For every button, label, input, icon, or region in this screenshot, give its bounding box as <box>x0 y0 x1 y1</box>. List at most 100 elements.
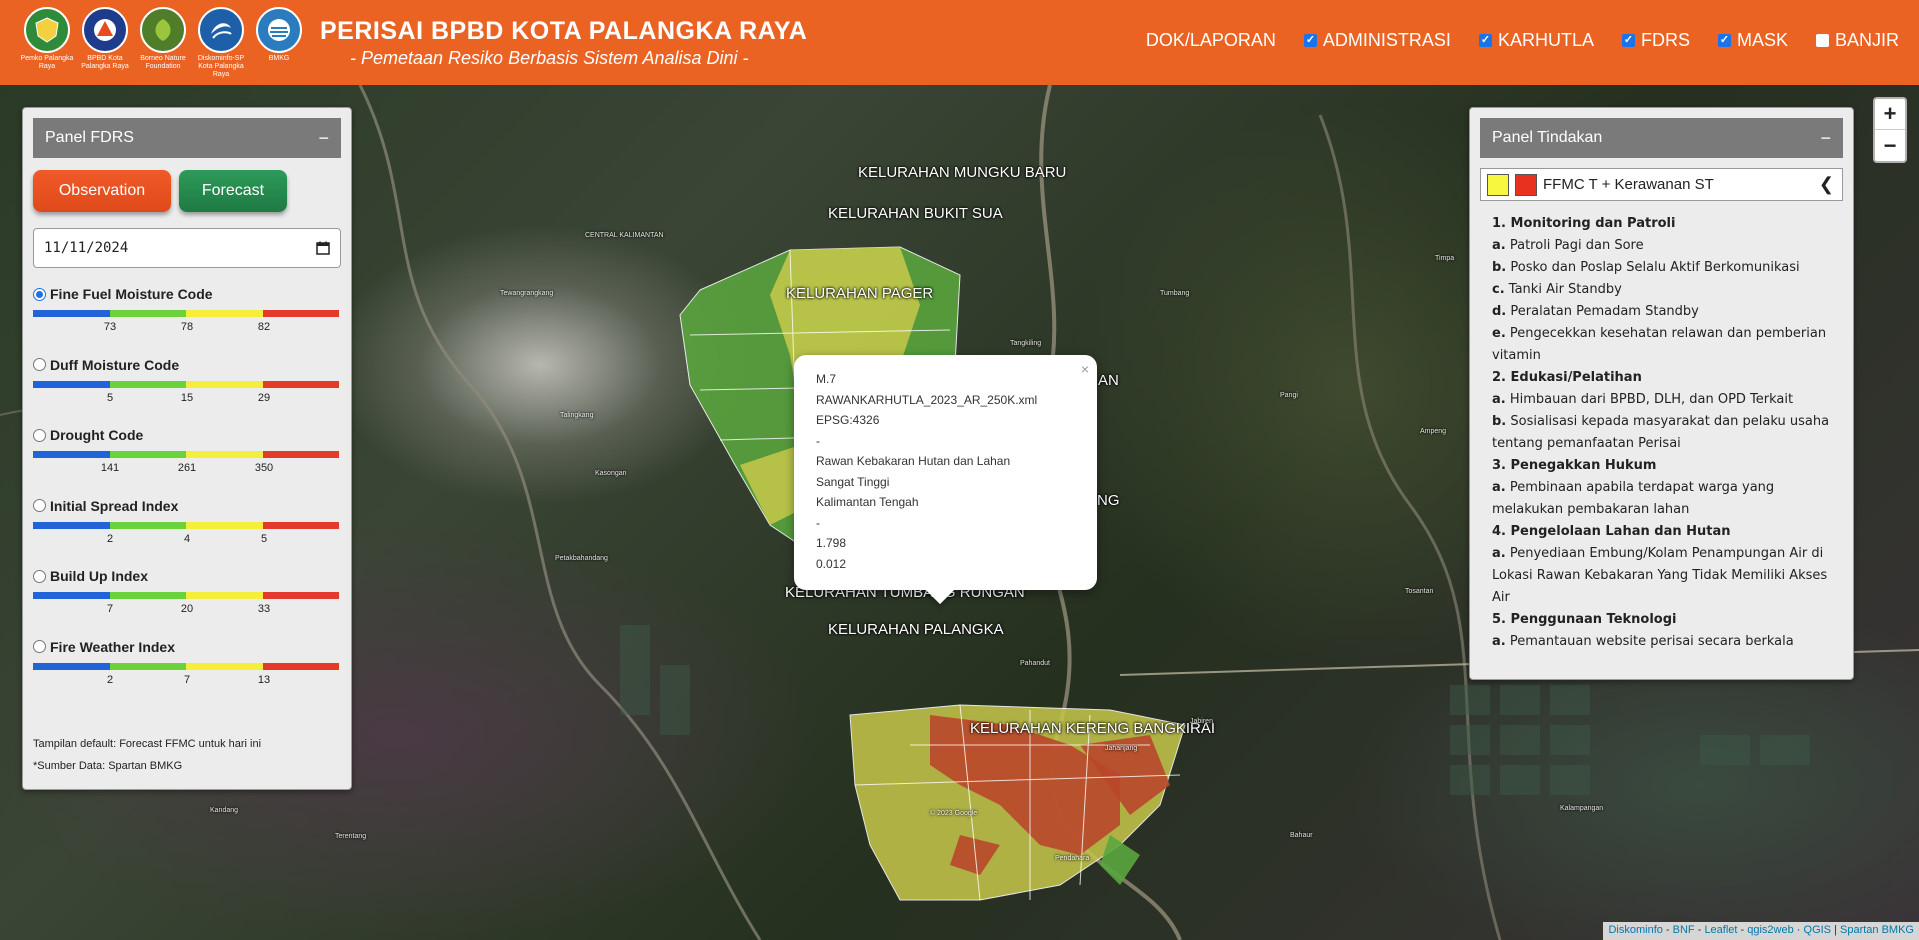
action-item: c. Tanki Air Standby <box>1492 279 1843 301</box>
map-place-label: Kalampangan <box>1560 805 1604 812</box>
action-item: e. Pengecekkan kesehatan relawan dan pem… <box>1492 323 1843 367</box>
map-place-label: Timpa <box>1435 255 1455 262</box>
action-prefix: e. <box>1492 326 1506 341</box>
nav-item-banjir[interactable]: BANJIR <box>1815 30 1899 51</box>
color-scale-bar <box>33 592 339 599</box>
source-note: *Sumber Data: Spartan BMKG <box>33 760 183 772</box>
observation-button[interactable]: Observation <box>33 170 171 212</box>
popup-close-button[interactable]: × <box>1081 359 1089 380</box>
radio-button[interactable] <box>33 569 46 583</box>
scale-tick-label: 350 <box>254 462 274 474</box>
tindakan-panel: Panel Tindakan − FFMC T + Kerawanan ST ❮… <box>1469 107 1854 680</box>
fdrs-index-option[interactable]: Initial Spread Index <box>33 498 341 514</box>
attribution-link[interactable]: QGIS <box>1804 924 1832 936</box>
fdrs-index-option[interactable]: Drought Code <box>33 427 341 443</box>
logo-1: BPBD Kota Palangka Raya <box>78 6 132 71</box>
nav-checkbox[interactable]: ✓ <box>1717 34 1731 47</box>
action-prefix: b. <box>1492 260 1507 275</box>
radio-button[interactable] <box>33 499 46 512</box>
map-place-label: Kasongan <box>595 470 627 477</box>
map-place-label: Jahanjang <box>1105 745 1138 752</box>
map-place-label: Petakbahandang <box>555 555 608 562</box>
nav-item-karhutla[interactable]: ✓ KARHUTLA <box>1478 30 1594 51</box>
nav-label: MASK <box>1736 30 1788 50</box>
radio-button[interactable] <box>33 640 46 653</box>
popup-line: M.7 <box>816 372 837 386</box>
nav-item-administrasi[interactable]: ✓ ADMINISTRASI <box>1303 30 1451 51</box>
map-region-label[interactable]: KELURAHAN PAGER <box>786 285 933 302</box>
map-place-label: Talingkang <box>560 412 594 419</box>
scale-tick-label: 5 <box>106 391 114 404</box>
nav-checkbox[interactable]: ✓ <box>1303 34 1317 47</box>
fdrs-index-item: Fire Weather Index 2 7 13 <box>33 639 341 710</box>
nav-checkbox[interactable]: ✓ <box>1478 34 1492 47</box>
action-text: Pembinaan apabila terdapat warga yang me… <box>1492 480 1775 517</box>
zoom-control: + − <box>1873 97 1907 163</box>
logo-caption: BPBD Kota Palangka Raya <box>81 54 129 70</box>
forecast-button[interactable]: Forecast <box>179 170 287 212</box>
popup-line: - <box>816 433 820 448</box>
action-heading: 2. Edukasi/Pelatihan <box>1492 370 1642 385</box>
nav-item-mask[interactable]: ✓ MASK <box>1717 30 1788 51</box>
color-scale-bar <box>33 451 339 458</box>
popup-line: 1.798 <box>816 536 847 550</box>
fdrs-index-option[interactable]: Duff Moisture Code <box>33 357 341 373</box>
scale-tick-label: 7 <box>106 603 114 615</box>
map-region-label[interactable]: KELURAHAN MUNGKU BARU <box>858 164 1066 181</box>
attribution-link[interactable]: BNF <box>1673 924 1695 936</box>
fdrs-collapse-button[interactable]: − <box>318 128 329 149</box>
nav-checkbox[interactable] <box>1815 34 1829 47</box>
attribution-link[interactable]: qgis2web <box>1747 924 1793 936</box>
bmkg-emblem-icon <box>256 6 302 53</box>
map-region-label[interactable]: AN <box>1098 372 1119 389</box>
radio-button[interactable] <box>33 287 46 301</box>
legend-selector[interactable]: FFMC T + Kerawanan ST ❮ <box>1480 168 1843 201</box>
fdrs-index-item: Duff Moisture Code 5 15 29 <box>33 357 341 428</box>
scale-segment <box>262 380 339 388</box>
map-region-label[interactable]: KELURAHAN PALANGKA <box>828 621 1004 638</box>
attribution-link[interactable]: Spartan BMKG <box>1840 924 1914 936</box>
app-subtitle: - Pemetaan Resiko Berbasis Sistem Analis… <box>350 47 749 68</box>
nav-checkbox[interactable]: ✓ <box>1621 34 1635 47</box>
chevron-left-icon[interactable]: ❮ <box>1819 174 1834 195</box>
action-prefix: a. <box>1492 392 1506 407</box>
fdrs-panel-title: Panel FDRS <box>45 129 134 146</box>
scale-segment <box>186 451 263 458</box>
zoom-out-button[interactable]: − <box>1875 130 1905 161</box>
tindakan-panel-title: Panel Tindakan <box>1492 129 1603 146</box>
scale-segment <box>109 380 186 388</box>
date-input[interactable]: 11/11/2024 <box>33 228 341 268</box>
radio-button[interactable] <box>33 428 46 442</box>
map-region-label[interactable]: KELURAHAN KERENG BANGKIRAI <box>970 720 1215 737</box>
app-header: Pemko Palangka Raya BPBD Kota Palangka Ra… <box>0 0 1919 85</box>
action-prefix: c. <box>1492 282 1505 297</box>
scale-segment <box>109 451 186 458</box>
attribution-link[interactable]: Diskominfo <box>1608 924 1662 936</box>
action-prefix: b. <box>1492 414 1507 429</box>
popup-line: RAWANKARHUTLA_2023_AR_250K.xml <box>816 392 1038 407</box>
map-place-label: Tangkiling <box>1010 340 1042 347</box>
map-attribution: Diskominfo - BNF - Leaflet - qgis2web · … <box>1603 922 1919 940</box>
nav-item-fdrs[interactable]: ✓ FDRS <box>1621 30 1690 51</box>
scale-segment <box>109 310 186 317</box>
nav-item-dok-laporan[interactable]: DOK/LAPORAN <box>1146 30 1276 51</box>
action-item: b. Posko dan Poslap Selalu Aktif Berkomu… <box>1492 257 1843 279</box>
fdrs-index-label: Drought Code <box>50 427 144 443</box>
nav-label: FDRS <box>1640 30 1690 50</box>
attribution-link[interactable]: Leaflet <box>1704 924 1737 936</box>
map-region-label[interactable]: KELURAHAN BUKIT SUA <box>828 205 1003 222</box>
tindakan-collapse-button[interactable]: − <box>1820 128 1831 149</box>
action-prefix: a. <box>1492 480 1506 495</box>
calendar-icon[interactable] <box>316 241 330 255</box>
fdrs-index-option[interactable]: Fire Weather Index <box>33 639 341 655</box>
logo-2: Borneo Nature Foundation <box>136 6 190 71</box>
fdrs-index-option[interactable]: Fine Fuel Moisture Code <box>33 286 341 302</box>
top-nav: DOK/LAPORAN ✓ ADMINISTRASI ✓ KARHUTLA ✓ FDRS ✓ M… <box>1146 30 1899 51</box>
color-scale-bar <box>33 521 339 529</box>
radio-button[interactable] <box>33 358 46 371</box>
map-region-label[interactable]: NG <box>1097 492 1120 509</box>
fdrs-index-option[interactable]: Build Up Index <box>33 568 341 584</box>
date-value: 11/11/2024 <box>44 240 129 256</box>
zoom-in-button[interactable]: + <box>1875 99 1905 130</box>
scale-ticks: 2 7 13 <box>33 674 341 690</box>
